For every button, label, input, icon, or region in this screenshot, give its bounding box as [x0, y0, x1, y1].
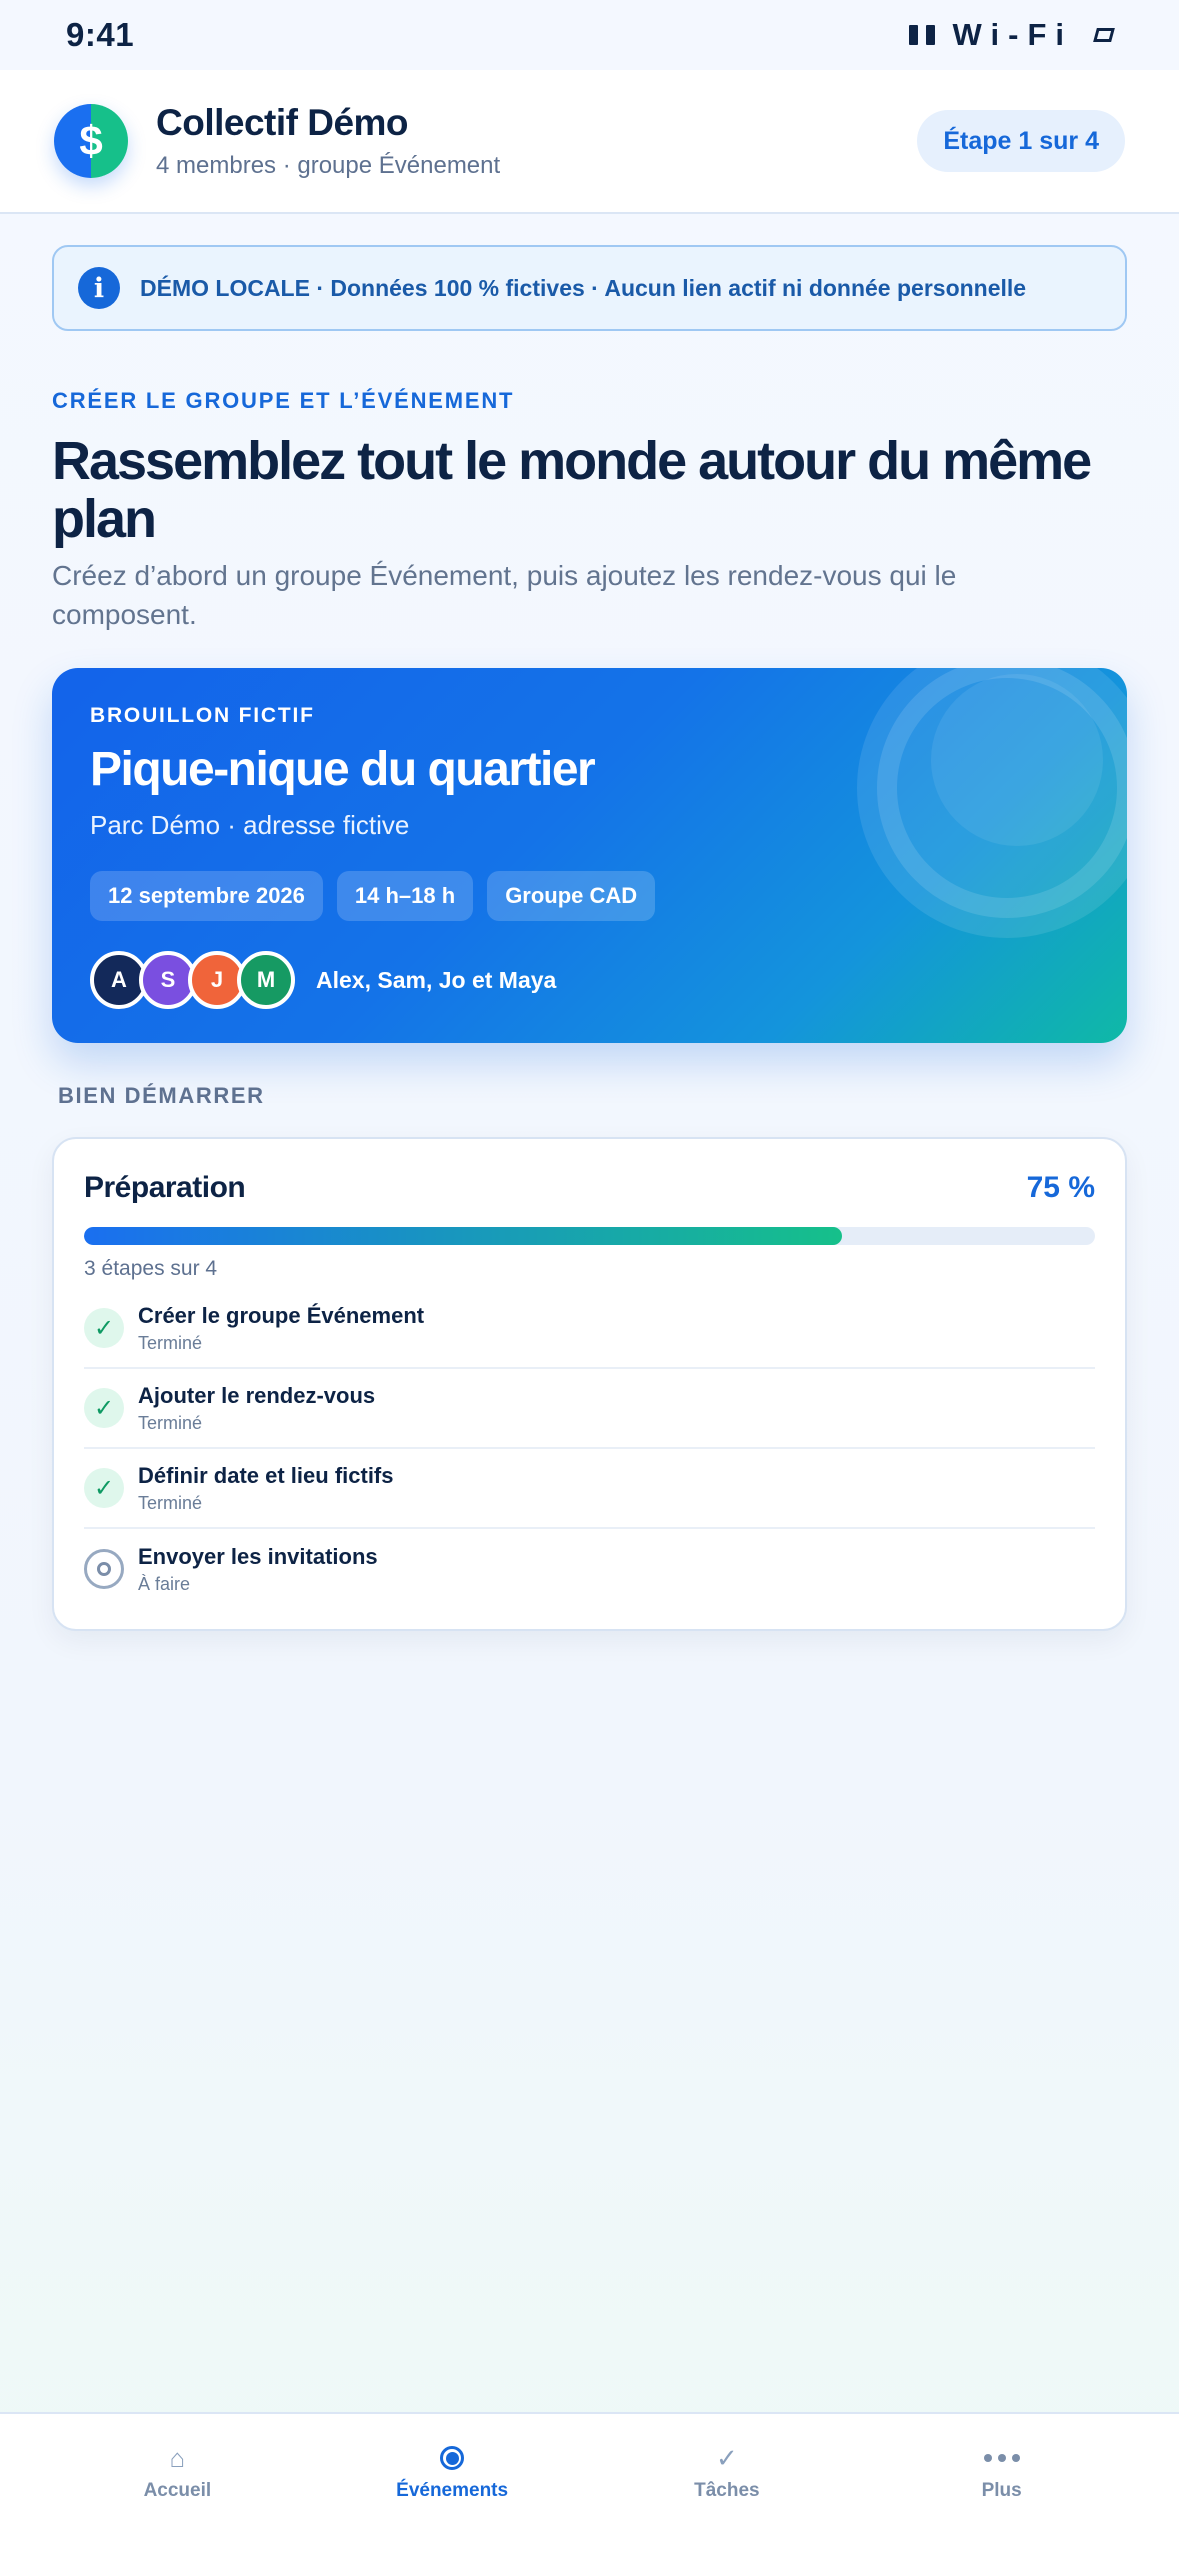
checklist-item-title: Créer le groupe Événement: [138, 1302, 425, 1328]
header-texts: Collectif Démo 4 membres · groupe Événem…: [156, 102, 917, 180]
radio-icon: [440, 2442, 465, 2474]
checklist-item[interactable]: Envoyer les invitations À faire: [84, 1529, 1095, 1609]
checklist-item-title: Ajouter le rendez-vous: [138, 1382, 376, 1408]
page-description: Créez d’abord un groupe Événement, puis …: [52, 560, 957, 630]
step-indicator-pill: Étape 1 sur 4: [917, 110, 1125, 172]
group-title: Collectif Démo: [156, 102, 409, 143]
tab-bar: ⌂ Accueil Événements ✓ Tâches Plus: [0, 2412, 1179, 2556]
checklist-item-status: À faire: [138, 1573, 191, 1594]
app-logo-icon: $: [54, 104, 128, 178]
tab-label: Plus: [981, 2480, 1022, 2501]
checklist-item-title: Envoyer les invitations: [138, 1543, 378, 1569]
demo-banner-text: DÉMO LOCALE · Données 100 % fictives · A…: [140, 274, 1027, 301]
status-time: 9:41: [66, 16, 135, 53]
checklist-item-status: Terminé: [138, 1332, 203, 1353]
checkmark-icon: ✓: [84, 1468, 124, 1508]
tab-label: Accueil: [143, 2480, 212, 2501]
signal-bars-icon: [908, 25, 935, 45]
wifi-label: Wi-Fi: [952, 17, 1073, 52]
preparation-percent: 75 %: [1026, 1171, 1095, 1204]
preparation-title: Préparation: [84, 1171, 246, 1204]
page-title: Rassemblez tout le monde autour du même …: [52, 431, 1092, 549]
tab-plus[interactable]: Plus: [892, 2414, 1112, 2556]
checklist-item[interactable]: ✓ Créer le groupe Événement Terminé: [84, 1289, 1095, 1369]
progress-bar-fill: [84, 1227, 843, 1245]
event-chips: 12 septembre 2026 14 h–18 h Groupe CAD: [90, 871, 656, 921]
app-header: $ Collectif Démo 4 membres · groupe Évén…: [0, 70, 1179, 214]
check-icon: ✓: [715, 2442, 738, 2473]
pending-circle-icon: [84, 1549, 124, 1589]
decorative-circle-inner: [931, 674, 1103, 846]
checklist-item-status: Terminé: [138, 1492, 203, 1513]
section-heading: BIEN DÉMARRER: [58, 1083, 265, 1108]
tab-label: Tâches: [694, 2480, 760, 2501]
section-eyebrow: CRÉER LE GROUPE ET L’ÉVÉNEMENT: [52, 388, 515, 413]
participants-row: A S J M Alex, Sam, Jo et Maya: [90, 951, 556, 1009]
event-draft-card[interactable]: BROUILLON FICTIF Pique-nique du quartier…: [52, 668, 1127, 1043]
home-icon: ⌂: [169, 2442, 186, 2473]
tab-label: Événements: [396, 2480, 509, 2501]
checklist-item[interactable]: ✓ Définir date et lieu fictifs Terminé: [84, 1449, 1095, 1529]
status-indicators: Wi-Fi: [908, 17, 1115, 53]
event-status-label: BROUILLON FICTIF: [90, 704, 315, 727]
battery-icon: [1093, 28, 1115, 42]
checklist-item[interactable]: ✓ Ajouter le rendez-vous Terminé: [84, 1369, 1095, 1449]
checklist-item-title: Définir date et lieu fictifs: [138, 1462, 394, 1488]
progress-bar: [84, 1227, 1095, 1245]
checklist-item-status: Terminé: [138, 1412, 203, 1433]
preparation-count: 3 étapes sur 4: [84, 1257, 218, 1280]
event-time-chip: 14 h–18 h: [336, 871, 474, 921]
status-bar: 9:41 Wi-Fi: [0, 0, 1179, 70]
demo-banner: i DÉMO LOCALE · Données 100 % fictives ·…: [52, 245, 1127, 331]
tab-evenements[interactable]: Événements: [342, 2414, 562, 2556]
group-subtitle: 4 membres · groupe Événement: [156, 152, 501, 179]
more-icon: [983, 2442, 1020, 2474]
info-icon: i: [78, 267, 120, 309]
preparation-card: Préparation 75 % 3 étapes sur 4 ✓ Créer …: [52, 1137, 1127, 1631]
checklist: ✓ Créer le groupe Événement Terminé ✓ Aj…: [84, 1289, 1095, 1609]
checkmark-icon: ✓: [84, 1308, 124, 1348]
checkmark-icon: ✓: [84, 1388, 124, 1428]
event-group-chip: Groupe CAD: [487, 871, 656, 921]
event-title: Pique-nique du quartier: [90, 743, 596, 796]
event-date-chip: 12 septembre 2026: [90, 871, 323, 921]
participants-names: Alex, Sam, Jo et Maya: [316, 966, 557, 993]
avatar: M: [237, 951, 295, 1009]
event-place: Parc Démo · adresse fictive: [90, 810, 410, 840]
tab-taches[interactable]: ✓ Tâches: [617, 2414, 837, 2556]
tab-accueil[interactable]: ⌂ Accueil: [67, 2414, 287, 2556]
